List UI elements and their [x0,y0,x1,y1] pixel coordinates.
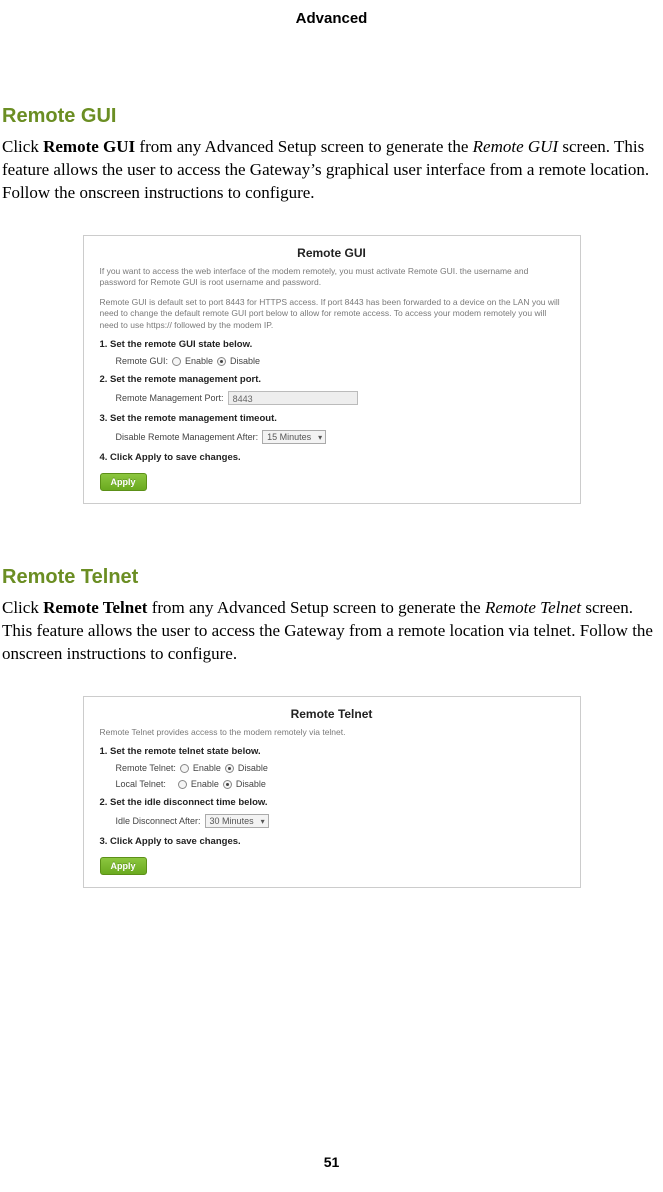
page-header: Advanced [0,0,663,27]
apply-button[interactable]: Apply [100,473,147,491]
radio-disable[interactable] [225,764,234,773]
field-label: Idle Disconnect After: [116,816,201,826]
row-remote-telnet-state: Remote Telnet: Enable Disable [116,763,564,773]
field-label: Remote Telnet: [116,763,176,773]
radio-enable[interactable] [178,780,187,789]
step-label: 3. Click Apply to save changes. [100,836,564,847]
radio-enable[interactable] [180,764,189,773]
panel-title: Remote Telnet [84,697,580,727]
field-label: Local Telnet: [116,779,166,789]
hint-text: Remote Telnet provides access to the mod… [100,727,564,738]
section-heading-remote-telnet: Remote Telnet [2,566,661,589]
radio-label: Enable [191,779,219,789]
radio-enable[interactable] [172,357,181,366]
section1-paragraph: Click Remote GUI from any Advanced Setup… [2,136,661,205]
text: from any Advanced Setup screen to genera… [147,598,485,617]
idle-disconnect-select[interactable]: 30 Minutes [205,814,269,828]
text: Click [2,137,43,156]
text-bold: Remote GUI [43,137,135,156]
step-label: 1. Set the remote telnet state below. [100,746,564,757]
radio-disable[interactable] [223,780,232,789]
radio-label: Enable [193,763,221,773]
row-remote-port: Remote Management Port: 8443 [116,391,564,405]
page-number: 51 [0,1154,663,1170]
radio-label: Enable [185,356,213,366]
step-label: 2. Set the remote management port. [100,374,564,385]
row-local-telnet-state: Local Telnet: Enable Disable [116,779,564,789]
section2-paragraph: Click Remote Telnet from any Advanced Se… [2,597,661,666]
panel-remote-gui: Remote GUI If you want to access the web… [83,235,581,504]
step-label: 1. Set the remote GUI state below. [100,339,564,350]
step-label: 3. Set the remote management timeout. [100,413,564,424]
radio-label: Disable [230,356,260,366]
row-idle-disconnect: Idle Disconnect After: 30 Minutes [116,814,564,828]
row-remote-timeout: Disable Remote Management After: 15 Minu… [116,430,564,444]
field-label: Remote GUI: [116,356,169,366]
text-italic: Remote Telnet [485,598,581,617]
text: from any Advanced Setup screen to genera… [135,137,473,156]
step-label: 2. Set the idle disconnect time below. [100,797,564,808]
panel-remote-telnet: Remote Telnet Remote Telnet provides acc… [83,696,581,888]
section-heading-remote-gui: Remote GUI [2,105,661,128]
radio-disable[interactable] [217,357,226,366]
hint-text: Remote GUI is default set to port 8443 f… [100,297,564,331]
radio-label: Disable [236,779,266,789]
field-label: Remote Management Port: [116,393,224,403]
text-bold: Remote Telnet [43,598,147,617]
step-label: 4. Click Apply to save changes. [100,452,564,463]
field-label: Disable Remote Management After: [116,432,259,442]
text: Click [2,598,43,617]
panel-title: Remote GUI [84,236,580,266]
timeout-select[interactable]: 15 Minutes [262,430,326,444]
row-remote-gui-state: Remote GUI: Enable Disable [116,356,564,366]
hint-text: If you want to access the web interface … [100,266,564,289]
radio-label: Disable [238,763,268,773]
apply-button[interactable]: Apply [100,857,147,875]
text-italic: Remote GUI [473,137,558,156]
remote-port-input[interactable]: 8443 [228,391,358,405]
